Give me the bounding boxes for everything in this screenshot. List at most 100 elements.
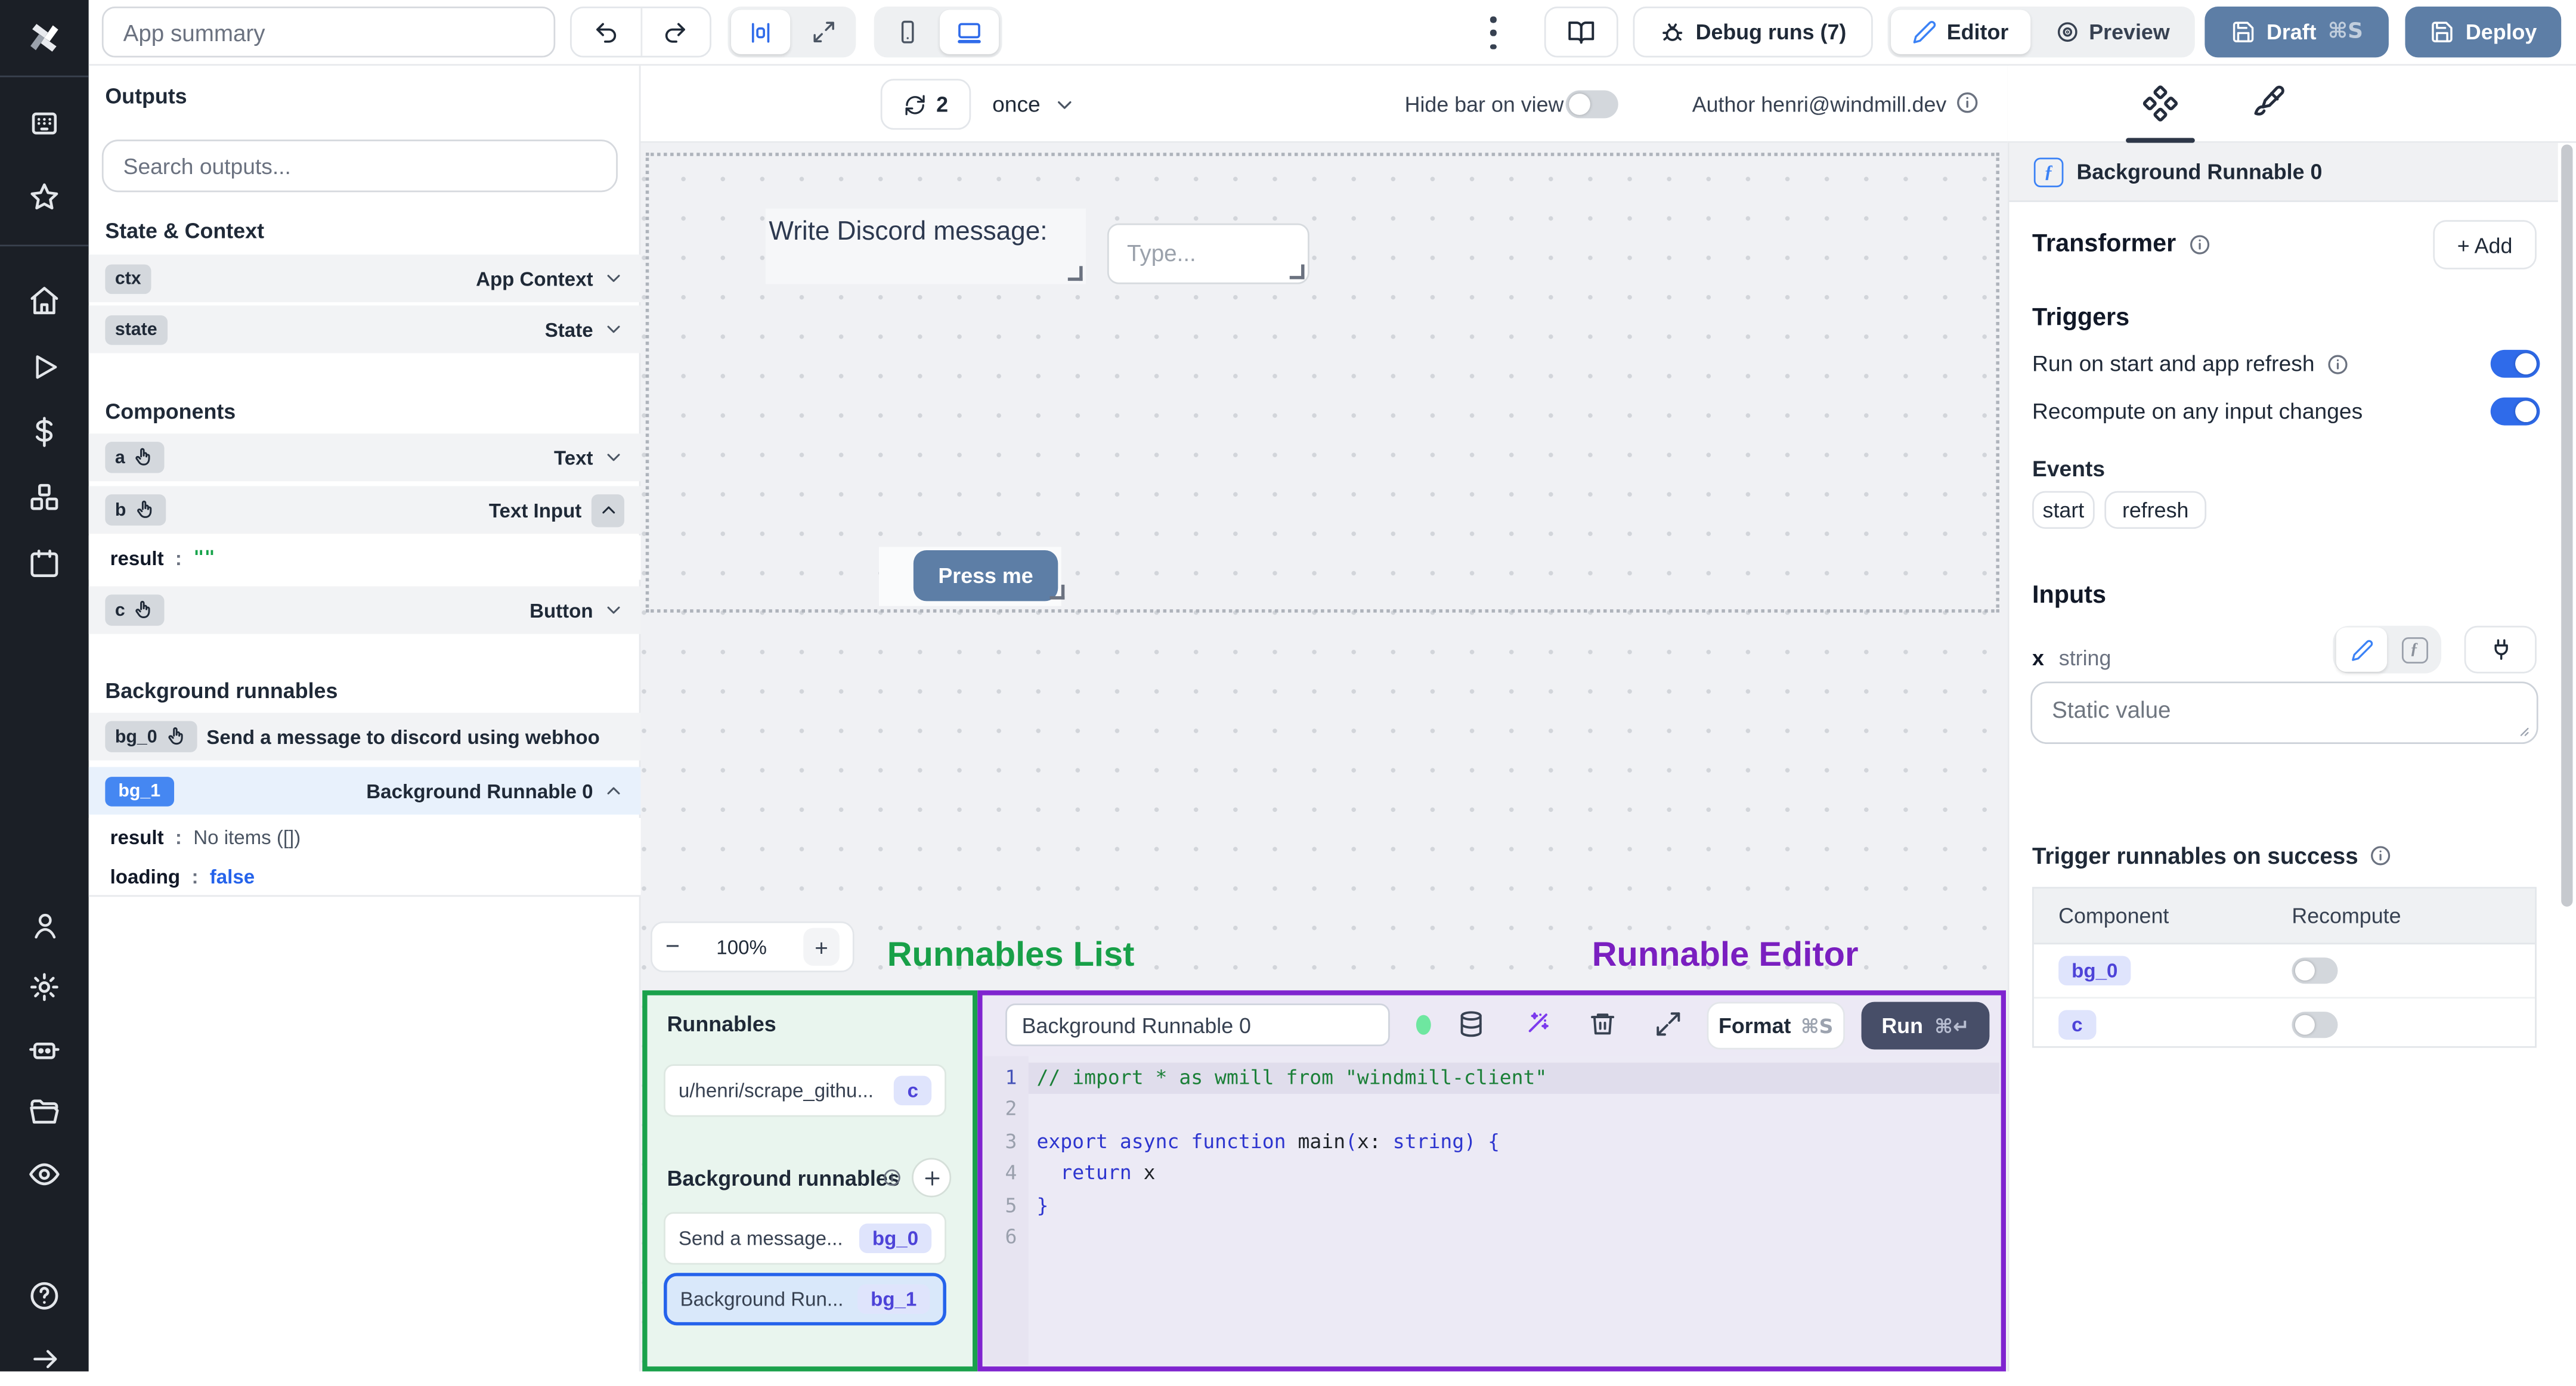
events-title: Events — [2032, 456, 2106, 482]
tab-component-settings-icon[interactable] — [2142, 85, 2179, 122]
audit-eye-icon[interactable] — [0, 1146, 89, 1202]
right-panel-scrollbar[interactable] — [2561, 144, 2573, 907]
runs-play-icon[interactable] — [0, 339, 89, 395]
zoom-in-button[interactable]: + — [803, 928, 840, 966]
deploy-button[interactable]: Deploy — [2405, 7, 2562, 58]
runnable-name-input[interactable] — [1005, 1003, 1390, 1046]
bg1-loading-row: loading : false — [88, 857, 641, 897]
resize-handle[interactable] — [1049, 584, 1065, 600]
app-summary-input[interactable] — [101, 7, 556, 58]
mobile-view-button[interactable] — [877, 10, 936, 54]
delete-trash-icon[interactable] — [1589, 1010, 1617, 1038]
runnable-item-bg0[interactable]: Send a message... bg_0 — [664, 1212, 946, 1265]
expr-mode-button[interactable]: ƒ — [2391, 627, 2438, 671]
zoom-out-button[interactable]: − — [665, 933, 680, 961]
docs-book-button[interactable] — [1544, 7, 1618, 58]
resize-handle[interactable] — [1067, 266, 1083, 281]
runnable-item-bg1-selected[interactable]: Background Run... bg_1 — [664, 1273, 946, 1326]
event-chip-start[interactable]: start — [2032, 491, 2095, 529]
format-shortcut: ⌘S — [1800, 1014, 1834, 1037]
textinput-component[interactable]: Type... — [1107, 223, 1309, 284]
variables-dollar-icon[interactable] — [0, 404, 89, 460]
add-transformer-button[interactable]: + Add — [2433, 220, 2537, 269]
desktop-view-button[interactable] — [939, 10, 999, 54]
tab-editor[interactable]: Editor — [1891, 10, 2030, 54]
code-line[interactable]: 2 — [984, 1094, 1999, 1126]
bg1-label: Background Runnable 0 — [366, 779, 593, 802]
windmill-logo[interactable] — [0, 0, 89, 76]
recompute-toggle-bg0[interactable] — [2292, 957, 2338, 984]
code-line[interactable]: 1// import * as wmill from "windmill-cli… — [984, 1062, 1999, 1094]
press-me-button[interactable]: Press me — [913, 550, 1058, 601]
trigger-success-table: Component Recompute bg_0 c — [2032, 886, 2537, 1048]
expand-icon[interactable] — [1654, 1010, 1682, 1038]
resize-handle[interactable] — [1289, 264, 1305, 280]
recompute-toggle[interactable] — [2490, 397, 2540, 426]
settings-gear-icon[interactable] — [0, 959, 89, 1015]
help-icon[interactable] — [0, 1268, 89, 1324]
refresh-count-button[interactable]: 2 — [880, 79, 971, 130]
output-row-a[interactable]: a Text — [88, 433, 641, 482]
output-row-state[interactable]: state State — [88, 305, 641, 354]
info-icon[interactable] — [2370, 844, 2393, 867]
hide-bar-label: Hide bar on view — [1404, 92, 1564, 117]
run-button[interactable]: Run ⌘↵ — [1861, 1001, 1990, 1050]
redo-button[interactable] — [642, 8, 710, 56]
c-badge: c — [105, 594, 165, 626]
editor-header: Format ⌘S Run ⌘↵ — [984, 997, 1999, 1056]
run-on-start-toggle[interactable] — [2490, 349, 2540, 378]
tab-styling-brush-icon[interactable] — [2250, 85, 2285, 120]
static-value-textarea[interactable]: Static value — [2030, 681, 2538, 745]
cache-database-icon[interactable] — [1457, 1010, 1485, 1038]
add-background-runnable-button[interactable] — [912, 1158, 952, 1198]
info-icon[interactable] — [2326, 352, 2349, 376]
code-line[interactable]: 3 export async function main(x: string) { — [984, 1126, 1999, 1158]
recompute-toggle-c[interactable] — [2292, 1012, 2338, 1038]
info-icon[interactable] — [2188, 232, 2211, 256]
state-type-label: State — [544, 318, 593, 341]
folders-icon[interactable] — [0, 1084, 89, 1140]
text-component[interactable]: Write Discord message: — [765, 208, 1086, 284]
workers-robot-icon[interactable] — [0, 1022, 89, 1078]
draft-button[interactable]: Draft ⌘S — [2205, 7, 2389, 58]
favorites-star-icon[interactable] — [0, 169, 89, 225]
runnable-item-c[interactable]: u/henri/scrape_githu... c — [664, 1064, 946, 1117]
resources-cubes-icon[interactable] — [0, 470, 89, 526]
debug-runs-label: Debug runs (7) — [1695, 20, 1847, 45]
center-align-button[interactable] — [731, 10, 791, 54]
output-row-bg1[interactable]: bg_1 Background Runnable 0 — [88, 767, 641, 815]
code-line[interactable]: 5} — [984, 1190, 1999, 1221]
fullscreen-canvas-button[interactable] — [794, 10, 853, 54]
c-badge: c — [894, 1075, 932, 1106]
code-editor[interactable]: 1// import * as wmill from "windmill-cli… — [984, 1056, 1999, 1365]
format-button[interactable]: Format ⌘S — [1707, 1001, 1845, 1050]
kebab-menu-icon[interactable] — [1485, 16, 1502, 49]
run-frequency-dropdown[interactable]: once — [992, 79, 1076, 129]
tab-preview[interactable]: Preview — [2033, 10, 2191, 54]
static-mode-button[interactable] — [2336, 627, 2388, 672]
plug-icon — [2494, 639, 2507, 660]
info-icon[interactable] — [1955, 91, 1980, 115]
info-icon[interactable] — [882, 1168, 902, 1187]
event-chip-refresh[interactable]: refresh — [2104, 491, 2207, 529]
chevron-up-icon[interactable] — [591, 493, 624, 527]
collapse-arrow-icon[interactable] — [0, 1331, 89, 1386]
undo-button[interactable] — [572, 8, 642, 56]
output-row-b[interactable]: b Text Input — [88, 486, 641, 534]
schedules-calendar-icon[interactable] — [0, 535, 89, 591]
zoom-level: 100% — [716, 935, 767, 959]
search-outputs-input[interactable] — [101, 139, 618, 193]
user-icon[interactable] — [0, 897, 89, 953]
output-row-c[interactable]: c Button — [88, 586, 641, 634]
debug-runs-button[interactable]: Debug runs (7) — [1633, 7, 1873, 58]
output-row-ctx[interactable]: ctx App Context — [88, 255, 641, 302]
code-line[interactable]: 6 — [984, 1222, 1999, 1254]
apps-icon[interactable] — [0, 97, 89, 153]
hide-bar-toggle[interactable] — [1565, 90, 1618, 119]
code-line[interactable]: 4 return x — [984, 1158, 1999, 1190]
ai-wand-icon[interactable] — [1523, 1010, 1551, 1038]
home-icon[interactable] — [0, 272, 89, 328]
output-row-bg0[interactable]: bg_0 Send a message to discord using web… — [88, 712, 641, 761]
resize-grip-icon[interactable] — [2513, 721, 2530, 737]
connect-plug-button[interactable] — [2464, 625, 2537, 674]
